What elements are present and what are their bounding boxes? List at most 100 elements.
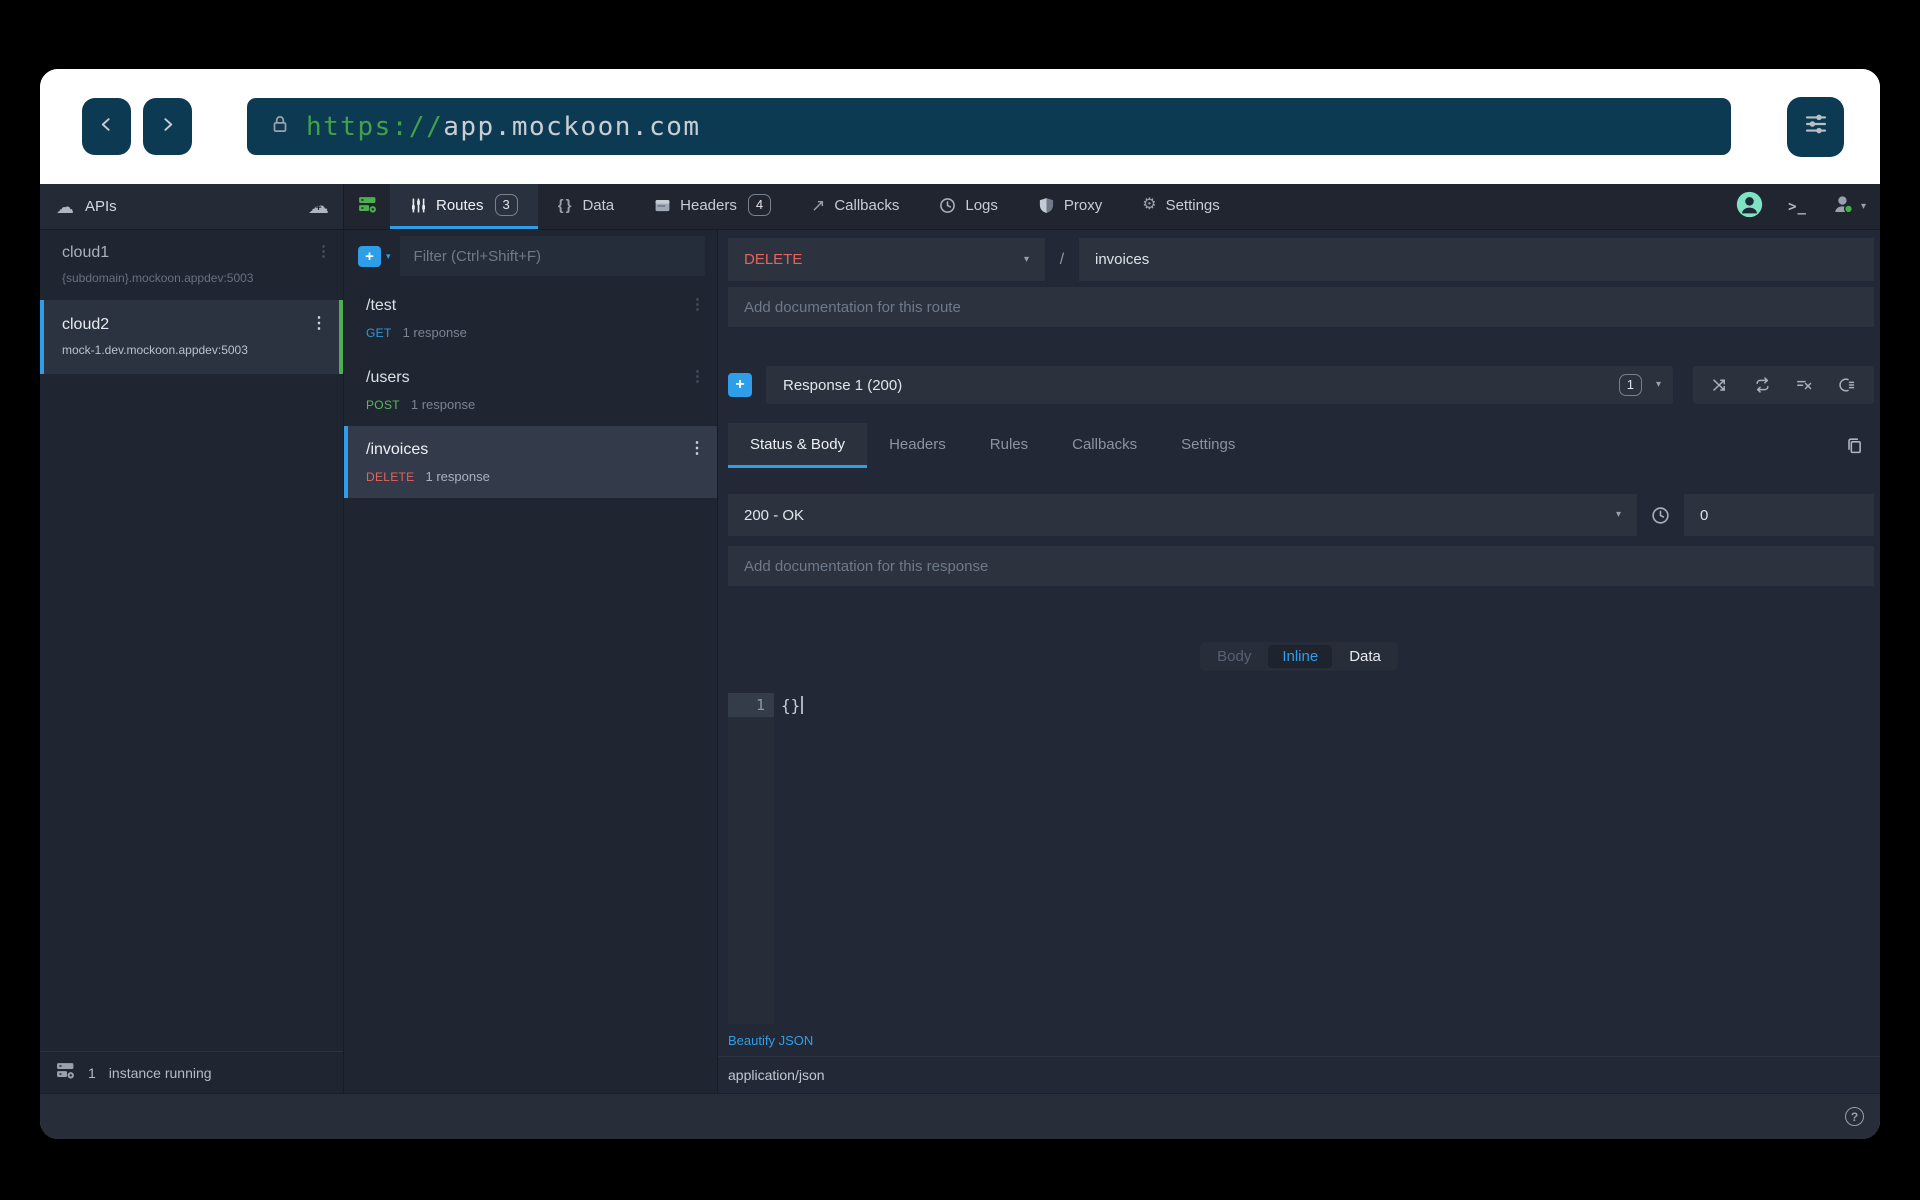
sidebar-spacer xyxy=(40,374,343,1051)
tab-response-callbacks[interactable]: Callbacks xyxy=(1050,423,1159,468)
routes-toolbar: + ▾ xyxy=(344,230,717,282)
body-mode-body[interactable]: Body xyxy=(1203,645,1265,668)
editor-gutter: 1 xyxy=(728,693,774,1024)
environment-item-cloud2[interactable]: cloud2 mock-1.dev.mockoon.appdev:5003 ⋮ xyxy=(40,300,343,374)
body-editor[interactable]: 1 {} xyxy=(728,693,1874,1024)
terminal-icon[interactable]: >_ xyxy=(1788,199,1807,215)
account-icon xyxy=(1832,193,1855,220)
random-response-icon[interactable] xyxy=(1712,377,1729,393)
tab-response-settings[interactable]: Settings xyxy=(1159,423,1257,468)
tab-settings[interactable]: ⚙ Settings xyxy=(1122,184,1240,229)
tab-proxy[interactable]: Proxy xyxy=(1018,184,1122,229)
response-documentation-input[interactable] xyxy=(728,546,1874,586)
apis-header: ☁ APIs ☁ + xyxy=(40,184,344,229)
chevron-down-icon: ▾ xyxy=(1616,510,1621,520)
add-response-button[interactable]: + xyxy=(728,373,752,397)
status-code-select[interactable]: 200 - OK ▾ xyxy=(728,494,1637,536)
browser-settings-button[interactable] xyxy=(1787,97,1844,157)
editor-code-area[interactable]: {} xyxy=(774,693,1874,1024)
instances-button[interactable] xyxy=(344,184,390,229)
tab-data[interactable]: {} Data xyxy=(538,184,634,229)
routes-filter-input[interactable] xyxy=(400,236,705,276)
latency-input[interactable] xyxy=(1684,494,1874,536)
disable-rules-icon[interactable] xyxy=(1796,377,1813,393)
content-type-value: application/json xyxy=(728,1067,825,1083)
tab-status-body[interactable]: Status & Body xyxy=(728,423,867,468)
environment-item-cloud1[interactable]: cloud1 {subdomain}.mockoon.appdev:5003 ⋮ xyxy=(40,230,343,300)
route-path-input[interactable] xyxy=(1079,238,1874,281)
chevron-down-icon: ▾ xyxy=(1861,202,1866,212)
route-documentation-input[interactable] xyxy=(728,287,1874,327)
tab-label: Callbacks xyxy=(834,197,899,214)
tab-label: Settings xyxy=(1181,436,1235,453)
arrow-up-right-icon: ↗ xyxy=(811,197,825,214)
kebab-menu-icon[interactable]: ⋮ xyxy=(689,441,705,457)
mockoon-app: ☁ APIs ☁ + xyxy=(40,184,1880,1139)
user-avatar[interactable] xyxy=(1736,191,1763,222)
chevron-down-icon: ▾ xyxy=(1024,255,1029,265)
route-responses: 1 response xyxy=(411,397,475,412)
address-bar[interactable]: https://app.mockoon.com xyxy=(247,98,1731,155)
tab-label: Logs xyxy=(965,197,998,214)
tab-label: Status & Body xyxy=(750,436,845,453)
status-value: 200 - OK xyxy=(744,507,804,524)
response-row: + Response 1 (200) 1 ▾ xyxy=(728,366,1874,404)
tab-rules[interactable]: Rules xyxy=(968,423,1050,468)
route-meta: GET 1 response xyxy=(366,325,687,340)
app-header: ☁ APIs ☁ + xyxy=(40,184,1880,230)
forward-button[interactable] xyxy=(143,98,192,155)
text-cursor xyxy=(801,696,803,714)
main-toolbar: Routes 3 {} Data Headers xyxy=(344,184,1880,229)
kebab-menu-icon[interactable]: ⋮ xyxy=(316,244,331,259)
help-icon[interactable]: ? xyxy=(1845,1107,1864,1126)
routes-sliders-icon xyxy=(410,197,427,214)
url-host: app.mockoon.com xyxy=(443,112,700,142)
response-select[interactable]: Response 1 (200) 1 ▾ xyxy=(766,366,1673,404)
tab-response-headers[interactable]: Headers xyxy=(867,423,968,468)
sequential-response-icon[interactable] xyxy=(1754,377,1771,393)
gear-icon: ⚙ xyxy=(1142,197,1156,213)
response-mode-buttons xyxy=(1693,366,1874,404)
route-doc-row xyxy=(728,287,1874,327)
beautify-json-link[interactable]: Beautify JSON xyxy=(728,1033,813,1048)
tab-label: Headers xyxy=(889,436,946,453)
url-protocol: https:// xyxy=(306,112,443,142)
kebab-menu-icon[interactable]: ⋮ xyxy=(311,316,327,332)
tab-headers[interactable]: Headers 4 xyxy=(634,184,791,229)
copy-icon[interactable] xyxy=(1845,423,1874,468)
kebab-menu-icon[interactable]: ⋮ xyxy=(690,297,705,312)
body-mode-inline[interactable]: Inline xyxy=(1268,645,1332,668)
tab-routes[interactable]: Routes 3 xyxy=(390,184,538,229)
environment-host: mock-1.dev.mockoon.appdev:5003 xyxy=(62,343,309,357)
plus-icon[interactable]: + xyxy=(358,246,381,267)
route-method: POST xyxy=(366,398,400,412)
route-item-test[interactable]: /test GET 1 response ⋮ xyxy=(344,282,717,354)
fallback-mode-icon[interactable] xyxy=(1838,377,1855,393)
url-text: https://app.mockoon.com xyxy=(306,112,701,142)
route-method: GET xyxy=(366,326,392,340)
kebab-menu-icon[interactable]: ⋮ xyxy=(690,369,705,384)
tab-logs[interactable]: Logs xyxy=(919,184,1018,229)
browser-window: https://app.mockoon.com ☁ APIs ☁ + xyxy=(40,69,1880,1139)
account-menu-button[interactable]: ▾ xyxy=(1832,193,1866,220)
response-tabs: Status & Body Headers Rules Callbacks Se… xyxy=(728,423,1874,468)
route-path: /users xyxy=(366,369,687,387)
segmented-control: Body Inline Data xyxy=(1200,642,1398,671)
route-responses: 1 response xyxy=(425,469,489,484)
tab-callbacks[interactable]: ↗ Callbacks xyxy=(791,184,919,229)
add-route-button[interactable]: + ▾ xyxy=(358,246,391,267)
route-meta: POST 1 response xyxy=(366,397,687,412)
lock-icon xyxy=(269,113,291,140)
tab-label: Callbacks xyxy=(1072,436,1137,453)
add-cloud-environment-button[interactable]: ☁ + xyxy=(308,196,329,217)
route-item-users[interactable]: /users POST 1 response ⋮ xyxy=(344,354,717,426)
path-separator: / xyxy=(1045,238,1079,281)
back-button[interactable] xyxy=(82,98,131,155)
route-path: /invoices xyxy=(366,441,687,459)
method-select[interactable]: DELETE ▾ xyxy=(728,238,1045,281)
tab-label: Rules xyxy=(990,436,1028,453)
body-mode-data[interactable]: Data xyxy=(1335,645,1395,668)
route-item-invoices[interactable]: /invoices DELETE 1 response ⋮ xyxy=(344,426,717,498)
status-row: 200 - OK ▾ xyxy=(728,494,1874,536)
environments-sidebar: cloud1 {subdomain}.mockoon.appdev:5003 ⋮… xyxy=(40,230,344,1093)
